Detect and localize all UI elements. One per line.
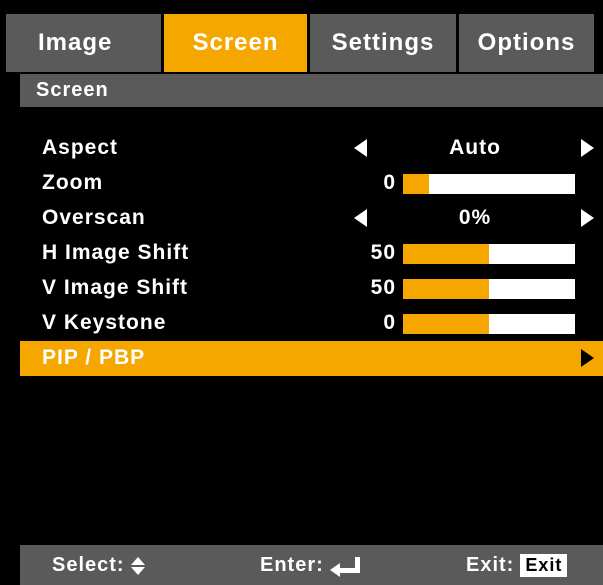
h-image-shift-label: H Image Shift	[42, 241, 190, 264]
overscan-left-arrow-icon[interactable]	[354, 209, 367, 227]
zoom-slider[interactable]	[403, 174, 575, 194]
aspect-left-arrow-icon[interactable]	[354, 139, 367, 157]
zoom-value: 0	[383, 171, 396, 194]
pip-pbp-label: PIP / PBP	[42, 346, 146, 369]
menu-item-v-image-shift[interactable]: V Image Shift 50	[20, 271, 603, 306]
footer-bar: Select: Enter: Exit: Exit	[20, 545, 603, 585]
tab-options[interactable]: Options	[459, 14, 594, 72]
menu-item-zoom[interactable]: Zoom 0	[20, 166, 603, 201]
h-image-shift-value: 50	[370, 241, 396, 264]
tab-image[interactable]: Image	[6, 14, 161, 72]
overscan-right-arrow-icon[interactable]	[581, 209, 594, 227]
pip-pbp-submenu-arrow-icon[interactable]	[581, 349, 594, 367]
menu-item-overscan[interactable]: Overscan 0%	[20, 201, 603, 236]
footer-select-hint: Select:	[52, 554, 145, 577]
v-image-shift-label: V Image Shift	[42, 276, 189, 299]
menu-item-v-keystone[interactable]: V Keystone 0	[20, 306, 603, 341]
menu-item-aspect[interactable]: Aspect Auto	[20, 131, 603, 166]
menu-item-h-image-shift[interactable]: H Image Shift 50	[20, 236, 603, 271]
v-keystone-slider-fill	[403, 314, 489, 334]
enter-hint-label: Enter:	[260, 554, 324, 576]
exit-hint-label: Exit:	[466, 554, 515, 576]
aspect-label: Aspect	[42, 136, 119, 159]
osd-menu: Image Screen Settings Options Screen Asp…	[0, 0, 603, 585]
tab-screen[interactable]: Screen	[164, 14, 307, 72]
section-title: Screen	[36, 79, 109, 101]
select-hint-label: Select:	[52, 554, 125, 576]
up-down-icon	[130, 556, 145, 575]
tab-screen-label: Screen	[192, 29, 279, 56]
tab-bar: Image Screen Settings Options	[6, 14, 594, 72]
section-header: Screen	[20, 74, 603, 107]
footer-enter-hint: Enter:	[260, 554, 360, 577]
overscan-label: Overscan	[42, 206, 146, 229]
v-keystone-value: 0	[383, 311, 396, 334]
v-keystone-slider[interactable]	[403, 314, 575, 334]
tab-options-label: Options	[477, 29, 576, 56]
v-image-shift-slider[interactable]	[403, 279, 575, 299]
zoom-label: Zoom	[42, 171, 104, 194]
menu-item-pip-pbp[interactable]: PIP / PBP	[20, 341, 603, 376]
tab-settings[interactable]: Settings	[310, 14, 456, 72]
tab-image-label: Image	[38, 29, 113, 56]
v-keystone-label: V Keystone	[42, 311, 167, 334]
exit-key-badge: Exit	[520, 554, 568, 577]
v-image-shift-value: 50	[370, 276, 396, 299]
v-image-shift-slider-fill	[403, 279, 489, 299]
overscan-value: 0%	[458, 206, 492, 229]
h-image-shift-slider-fill	[403, 244, 489, 264]
zoom-slider-fill	[403, 174, 429, 194]
footer-exit-hint: Exit: Exit	[466, 554, 568, 577]
menu-list: Aspect Auto Zoom 0 Overscan 0% H Image S…	[20, 131, 603, 376]
h-image-shift-slider[interactable]	[403, 244, 575, 264]
tab-settings-label: Settings	[331, 29, 435, 56]
aspect-right-arrow-icon[interactable]	[581, 139, 594, 157]
aspect-value: Auto	[449, 136, 501, 159]
enter-return-icon	[329, 556, 360, 577]
